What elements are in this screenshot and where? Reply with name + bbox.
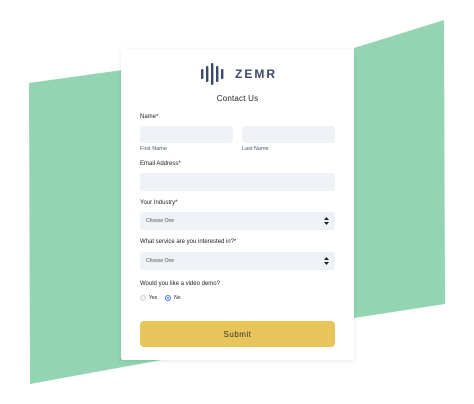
brand-logo: ZEMR — [200, 63, 277, 85]
demo-radio-group: Yes No — [140, 295, 185, 301]
service-selected-value: Choose One — [146, 258, 175, 264]
select-arrows-icon — [324, 257, 329, 265]
contact-form-card: ZEMR Contact Us Name* First Name Last Na… — [121, 49, 354, 360]
service-label: What service are you interested in?* — [140, 239, 237, 245]
name-label: Name* — [140, 114, 159, 120]
industry-select[interactable]: Choose One — [140, 212, 335, 230]
industry-selected-value: Choose One — [146, 218, 175, 224]
industry-label: Your Industry* — [140, 200, 178, 206]
email-label: Email Address* — [140, 161, 181, 167]
radio-yes-label: Yes — [149, 295, 158, 301]
first-name-input[interactable] — [140, 126, 233, 143]
demo-label: Would you like a video demo? — [140, 281, 220, 287]
last-name-input[interactable] — [242, 126, 335, 143]
brand-name: ZEMR — [235, 67, 277, 81]
demo-option-no[interactable]: No — [165, 295, 181, 301]
form-title: Contact Us — [216, 94, 259, 103]
last-name-label: Last Name — [242, 146, 269, 152]
radio-yes[interactable] — [140, 295, 146, 301]
radio-no-label: No — [174, 295, 181, 301]
first-name-label: First Name — [140, 146, 167, 152]
service-select[interactable]: Choose One — [140, 252, 335, 270]
radio-no[interactable] — [165, 295, 172, 301]
page: ZEMR Contact Us Name* First Name Last Na… — [0, 0, 474, 404]
select-arrows-icon — [324, 217, 329, 225]
submit-button[interactable]: Submit — [140, 321, 335, 347]
email-input[interactable] — [140, 173, 335, 191]
demo-option-yes[interactable]: Yes — [140, 295, 157, 301]
sound-bars-icon — [201, 63, 224, 85]
